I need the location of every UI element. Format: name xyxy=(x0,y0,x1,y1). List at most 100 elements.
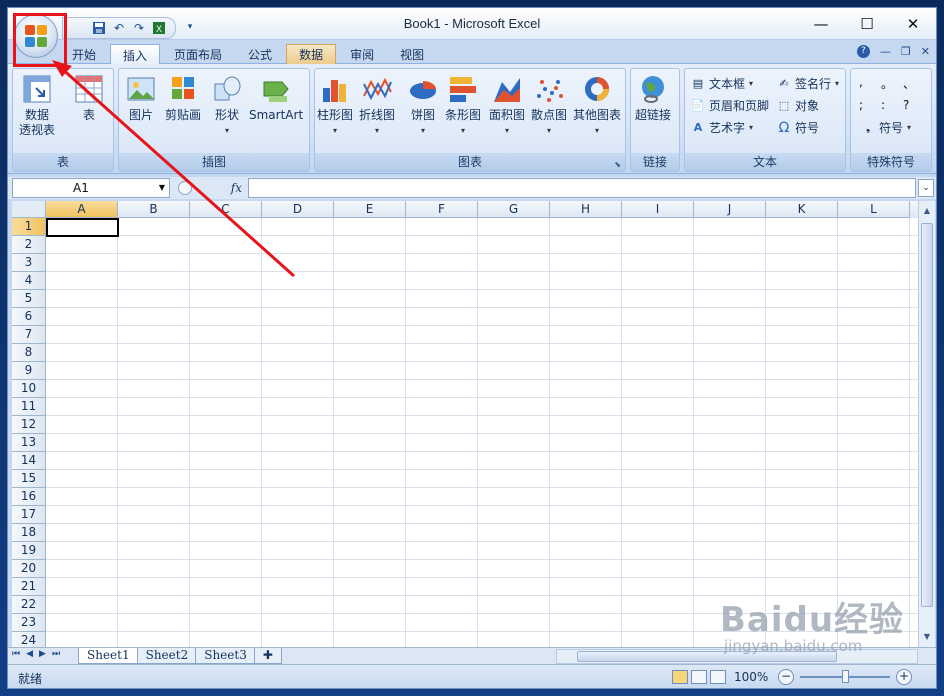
chevron-down-icon[interactable]: ▼ xyxy=(159,179,165,197)
tab-view[interactable]: 视图 xyxy=(388,44,436,64)
zoom-out-icon[interactable]: − xyxy=(778,669,794,685)
minimize-button[interactable]: — xyxy=(798,8,844,40)
sheet-tab-2[interactable]: Sheet2 xyxy=(136,648,198,664)
symbol-period[interactable]: 。 xyxy=(881,75,903,92)
column-header[interactable]: D xyxy=(262,201,334,218)
column-header[interactable]: K xyxy=(766,201,838,218)
symbol-question[interactable]: ? xyxy=(903,98,925,112)
row-header[interactable]: 22 xyxy=(12,596,46,614)
smartart-button[interactable]: SmartArt xyxy=(249,73,303,123)
tab-insert[interactable]: 插入 xyxy=(110,44,161,65)
area-chart-button[interactable]: 面积图 ▾ xyxy=(489,73,525,138)
tab-page-layout[interactable]: 页面布局 xyxy=(162,44,234,64)
name-box[interactable]: A1 ▼ xyxy=(12,178,170,198)
line-chart-button[interactable]: 折线图 ▾ xyxy=(359,73,395,138)
scroll-up-icon[interactable]: ▲ xyxy=(919,203,935,219)
symbol-colon[interactable]: : xyxy=(881,98,903,112)
bar-chart-button[interactable]: 条形图 ▾ xyxy=(445,73,481,138)
zoom-level[interactable]: 100% xyxy=(734,670,768,684)
sheet-tab-1[interactable]: Sheet1 xyxy=(78,648,139,664)
first-sheet-icon[interactable]: ⏮ xyxy=(12,649,20,659)
vertical-scroll-thumb[interactable] xyxy=(921,223,933,607)
tab-formulas[interactable]: 公式 xyxy=(236,44,284,64)
vertical-scrollbar[interactable]: ▲ ▼ xyxy=(918,201,935,647)
symbol-semicolon[interactable]: ; xyxy=(859,98,881,112)
active-cell[interactable] xyxy=(46,218,119,237)
row-header[interactable]: 24 xyxy=(12,632,46,647)
pie-chart-button[interactable]: 饼图 ▾ xyxy=(407,73,439,138)
formula-input[interactable] xyxy=(248,178,916,198)
special-symbol-button[interactable]: ❟ 符号 ▾ xyxy=(861,119,911,136)
help-icon[interactable]: ? xyxy=(856,45,870,58)
row-header[interactable]: 11 xyxy=(12,398,46,416)
row-header[interactable]: 5 xyxy=(12,290,46,308)
maximize-button[interactable]: ☐ xyxy=(844,8,890,40)
column-header[interactable]: B xyxy=(118,201,190,218)
worksheet-grid[interactable]: ABCDEFGHIJKL 1 2 3 4 5 6 7 8 9 10 11 12 13 14 15 16 17 18… xyxy=(12,201,918,647)
close-button[interactable]: ✕ xyxy=(890,8,936,40)
picture-button[interactable]: 图片 xyxy=(125,73,157,123)
clipart-button[interactable]: 剪贴画 xyxy=(165,73,201,123)
column-header[interactable]: H xyxy=(550,201,622,218)
symbol-comma[interactable]: , xyxy=(859,75,881,92)
signature-line-button[interactable]: ✍ 签名行 ▾ xyxy=(777,75,839,92)
row-header[interactable]: 23 xyxy=(12,614,46,632)
row-header[interactable]: 3 xyxy=(12,254,46,272)
scroll-down-icon[interactable]: ▼ xyxy=(919,629,935,645)
column-header[interactable]: A xyxy=(46,201,118,218)
page-layout-view-icon[interactable] xyxy=(691,670,707,684)
row-header[interactable]: 2 xyxy=(12,236,46,254)
zoom-slider-thumb[interactable] xyxy=(842,670,849,683)
column-header[interactable]: G xyxy=(478,201,550,218)
row-header[interactable]: 1 xyxy=(12,218,46,236)
textbox-button[interactable]: ▤ 文本框 ▾ xyxy=(691,75,753,92)
row-header[interactable]: 15 xyxy=(12,470,46,488)
row-header[interactable]: 12 xyxy=(12,416,46,434)
last-sheet-icon[interactable]: ⏭ xyxy=(52,649,60,659)
insert-sheet-icon[interactable]: ✚ xyxy=(253,648,282,664)
row-header[interactable]: 17 xyxy=(12,506,46,524)
object-button[interactable]: ⬚ 对象 xyxy=(777,97,819,114)
row-header[interactable]: 9 xyxy=(12,362,46,380)
hyperlink-button[interactable]: 超链接 xyxy=(635,73,671,123)
row-header[interactable]: 20 xyxy=(12,560,46,578)
ribbon-close-icon[interactable]: ✕ xyxy=(921,45,930,58)
tab-home[interactable]: 开始 xyxy=(60,44,108,64)
zoom-in-icon[interactable]: + xyxy=(896,669,912,685)
column-header[interactable]: F xyxy=(406,201,478,218)
select-all-corner[interactable] xyxy=(12,201,46,218)
prev-sheet-icon[interactable]: ◀ xyxy=(26,649,33,659)
other-charts-button[interactable]: 其他图表 ▾ xyxy=(573,73,621,138)
sheet-tab-3[interactable]: Sheet3 xyxy=(195,648,256,664)
normal-view-icon[interactable] xyxy=(672,670,688,684)
scatter-chart-button[interactable]: 散点图 ▾ xyxy=(531,73,567,138)
symbol-dunhao[interactable]: 、 xyxy=(903,75,925,92)
row-header[interactable]: 16 xyxy=(12,488,46,506)
column-header[interactable]: E xyxy=(334,201,406,218)
insert-function-button[interactable]: fx xyxy=(231,181,242,195)
cell-area[interactable] xyxy=(46,218,918,647)
ribbon-restore-icon[interactable]: ❐ xyxy=(901,45,911,58)
ribbon-minimize-icon[interactable]: — xyxy=(880,45,891,58)
column-chart-button[interactable]: 柱形图 ▾ xyxy=(317,73,353,138)
row-header[interactable]: 14 xyxy=(12,452,46,470)
column-header[interactable]: I xyxy=(622,201,694,218)
row-header[interactable]: 6 xyxy=(12,308,46,326)
symbol-button[interactable]: Ω 符号 xyxy=(777,119,819,136)
dialog-launcher-icon[interactable]: ⬊ xyxy=(614,160,621,169)
shapes-button[interactable]: 形状 ▾ xyxy=(211,73,243,138)
row-header[interactable]: 4 xyxy=(12,272,46,290)
row-header[interactable]: 7 xyxy=(12,326,46,344)
row-header[interactable]: 13 xyxy=(12,434,46,452)
formula-collapse-handle[interactable] xyxy=(178,181,192,195)
pivot-table-button[interactable]: 数据 透视表 xyxy=(19,73,55,138)
row-header[interactable]: 21 xyxy=(12,578,46,596)
column-header[interactable]: C xyxy=(190,201,262,218)
wordart-button[interactable]: A 艺术字 ▾ xyxy=(691,119,753,136)
expand-formula-icon[interactable]: ⌄ xyxy=(918,179,934,197)
row-header[interactable]: 8 xyxy=(12,344,46,362)
row-header[interactable]: 19 xyxy=(12,542,46,560)
next-sheet-icon[interactable]: ▶ xyxy=(39,649,46,659)
tab-review[interactable]: 审阅 xyxy=(338,44,386,64)
column-header[interactable]: L xyxy=(838,201,910,218)
